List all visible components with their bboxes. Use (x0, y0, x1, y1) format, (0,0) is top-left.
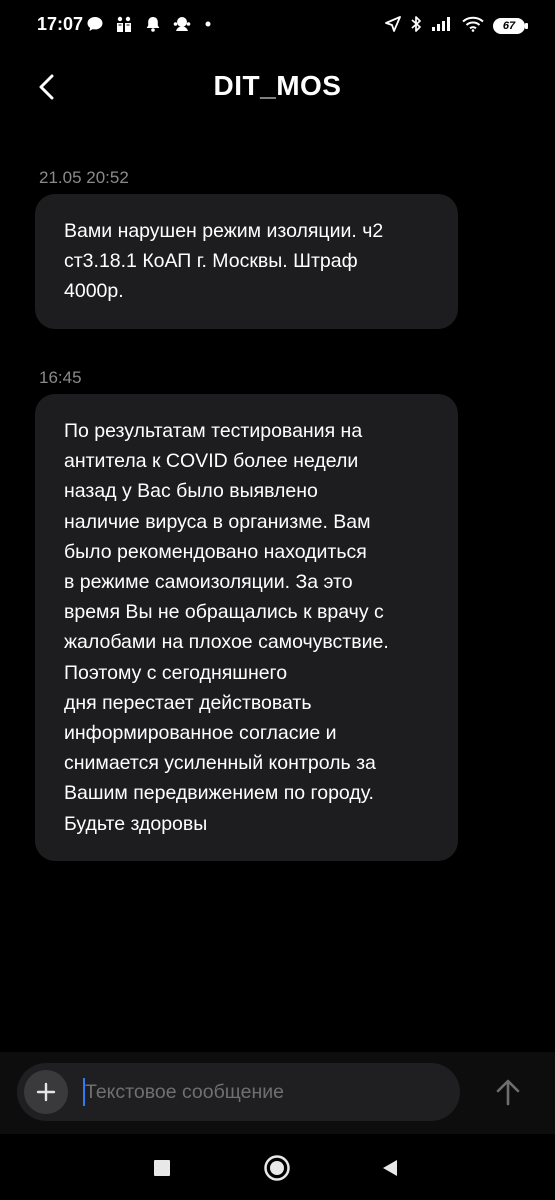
arrow-up-icon (496, 1079, 520, 1106)
message-text-line: Поэтому с сегодняшнего (64, 661, 288, 684)
message-text-line: назад у Вас было выявлено (64, 480, 318, 503)
attach-button[interactable] (24, 1070, 68, 1114)
message-text-line: Вашим передвижением по городу. (64, 782, 374, 805)
message-text-line: Вами нарушен режим изоляции. ч2 (64, 220, 384, 242)
app-notification-icon (114, 14, 134, 39)
app-badge-icon (172, 14, 192, 39)
message-text-line: время Вы не обращались к врачу с (64, 601, 384, 624)
recents-button[interactable] (146, 1152, 178, 1184)
status-notification-icons (86, 14, 214, 38)
message-text-line: в режиме самоизоляции. За это (64, 571, 353, 594)
message-input[interactable] (83, 1071, 445, 1113)
message-text-line: дня перестает действовать (64, 691, 312, 714)
text-caret (83, 1078, 85, 1106)
message-text-line: наличие вируса в организме. Вам (64, 510, 371, 533)
bluetooth-icon (410, 15, 422, 38)
triangle-back-icon (383, 1160, 397, 1176)
back-nav-button[interactable] (374, 1152, 406, 1184)
battery-icon: 67 (493, 18, 528, 34)
compose-field (17, 1063, 460, 1121)
status-system-icons: 67 (385, 14, 528, 38)
message-bubble[interactable]: По результатам тестирования на антитела … (35, 394, 458, 861)
conversation-header: DIT_MOS (0, 52, 555, 124)
wifi-icon (462, 16, 484, 37)
message-text-line: информированное согласие и (64, 722, 337, 745)
message-text-line: Будьте здоровы (64, 812, 208, 835)
message-text-line: было рекомендовано находиться (64, 540, 367, 563)
cellular-signal-icon (431, 16, 453, 37)
message-timestamp: 21.05 20:52 (39, 168, 129, 187)
message-text-line: 4000р. (64, 280, 124, 303)
more-dots-icon (202, 17, 214, 35)
message-timestamp: 16:45 (39, 368, 82, 387)
message-text-line: снимается усиленный контроль за (64, 752, 376, 775)
battery-tip (525, 23, 528, 29)
bell-icon (144, 15, 162, 38)
status-time: 17:07 (37, 14, 84, 34)
message-text-line: жалобами на плохое самочувствие. (64, 631, 389, 654)
chat-bubble-icon (86, 15, 104, 38)
message-bubble[interactable]: Вами нарушен режим изоляции. ч2 ст3.18.1… (35, 194, 458, 329)
home-button[interactable] (261, 1152, 293, 1184)
status-bar: 17:07 67 (0, 0, 555, 52)
message-text-line: По результатам тестирования на (64, 420, 363, 442)
compose-bar (0, 1052, 555, 1134)
message-text-line: антитела к COVID более недели (64, 450, 359, 473)
system-nav-bar (0, 1134, 555, 1200)
battery-level: 67 (502, 20, 516, 32)
location-arrow-icon (385, 15, 401, 37)
plus-icon (36, 1082, 56, 1102)
contact-title: DIT_MOS (213, 70, 342, 101)
circle-home-icon (264, 1155, 290, 1181)
square-recents-icon (154, 1160, 170, 1176)
message-text-line: ст3.18.1 КоАП г. Москвы. Штраф (64, 250, 358, 273)
send-button[interactable] (488, 1072, 528, 1112)
